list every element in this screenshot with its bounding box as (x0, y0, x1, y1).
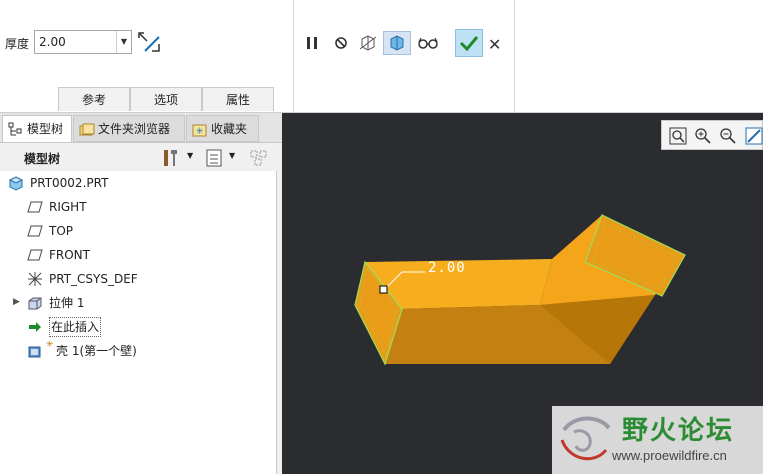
filter-icon[interactable] (249, 148, 271, 171)
repaint-icon[interactable] (745, 127, 763, 145)
glasses-icon[interactable] (415, 31, 441, 55)
tree-item-label: 拉伸 1 (49, 296, 85, 310)
tab-model-tree[interactable]: 模型树 (2, 115, 72, 142)
ok-check-icon[interactable] (455, 29, 483, 57)
zoom-out-icon[interactable] (719, 127, 737, 145)
datum-plane-icon (27, 199, 43, 215)
tree-title: 模型树 (24, 152, 61, 166)
navigator-panel: 模型树 文件夹浏览器 ✳ 收藏夹 模型树 ▼ ▼ PRT0002.PRT RIG… (0, 113, 282, 474)
forum-watermark: 野火论坛 www.proewildfire.cn (552, 406, 763, 474)
csys-icon (27, 271, 43, 287)
favorites-icon: ✳ (192, 121, 208, 137)
tree-item-label: PRT_CSYS_DEF (49, 272, 138, 286)
settings-tools-icon[interactable] (161, 148, 181, 171)
tab-references[interactable]: 参考 (58, 87, 130, 111)
model-tree: PRT0002.PRT RIGHT TOP FRONT PRT_CSYS_DEF (0, 171, 277, 474)
shell-dashboard: 厚度 2.00 ▼ 参考 选项 属性 ✕ (0, 0, 763, 113)
datum-plane-icon (27, 247, 43, 263)
tab-properties[interactable]: 属性 (202, 87, 274, 111)
new-feature-star-icon: ✳ (46, 340, 54, 350)
insert-here-arrow-icon (27, 319, 43, 335)
navigator-tabs: 模型树 文件夹浏览器 ✳ 收藏夹 (0, 113, 282, 143)
drag-handle[interactable] (379, 285, 388, 294)
tab-label: 模型树 (27, 122, 64, 136)
shell-icon (27, 343, 43, 359)
model-tree-icon (8, 121, 24, 137)
tree-item-label: 在此插入 (49, 317, 102, 337)
stop-icon[interactable] (329, 31, 353, 55)
forum-logo-icon (560, 416, 611, 461)
toolbar-divider (514, 0, 515, 112)
cancel-button[interactable]: ✕ (488, 35, 501, 54)
tab-favorites[interactable]: ✳ 收藏夹 (186, 115, 259, 142)
tree-item-label: PRT0002.PRT (30, 176, 109, 190)
toolbar-divider (293, 0, 294, 112)
thickness-dimension-label[interactable]: 2.00 (428, 260, 466, 276)
expand-arrow-icon[interactable]: ▶ (13, 297, 20, 307)
preview-off-icon[interactable] (356, 31, 380, 55)
thickness-value[interactable]: 2.00 (39, 35, 66, 49)
thickness-input[interactable]: 2.00 ▼ (34, 30, 132, 54)
folder-icon (79, 121, 95, 137)
view-toolbar (661, 120, 763, 150)
chevron-down-icon[interactable]: ▼ (116, 31, 131, 53)
zoom-in-icon[interactable] (694, 127, 712, 145)
tree-item-label: FRONT (49, 248, 90, 262)
thickness-label: 厚度 (5, 37, 30, 51)
datum-plane-icon (27, 223, 43, 239)
tree-item-label: TOP (49, 224, 74, 238)
tree-item-label: 壳 1(第一个壁) (56, 344, 137, 358)
refit-icon[interactable] (669, 127, 687, 145)
tab-label: 收藏夹 (211, 122, 248, 136)
flip-direction-icon[interactable] (137, 31, 161, 55)
verify-preview-icon[interactable] (383, 31, 411, 55)
tree-item-label: RIGHT (49, 200, 87, 214)
tab-folder-browser[interactable]: 文件夹浏览器 (73, 115, 185, 142)
tree-header: 模型树 ▼ ▼ (0, 143, 282, 171)
chevron-down-icon[interactable]: ▼ (229, 151, 235, 160)
tab-label: 文件夹浏览器 (98, 122, 171, 136)
tab-options[interactable]: 选项 (130, 87, 202, 111)
extrude-icon (27, 295, 43, 311)
show-list-icon[interactable] (205, 148, 223, 171)
chevron-down-icon[interactable]: ▼ (187, 151, 193, 160)
svg-text:✳: ✳ (196, 127, 204, 137)
pause-icon[interactable] (300, 31, 324, 55)
part-icon (8, 175, 24, 191)
watermark-title: 野火论坛 (622, 416, 735, 446)
watermark-url: www.proewildfire.cn (612, 448, 727, 463)
